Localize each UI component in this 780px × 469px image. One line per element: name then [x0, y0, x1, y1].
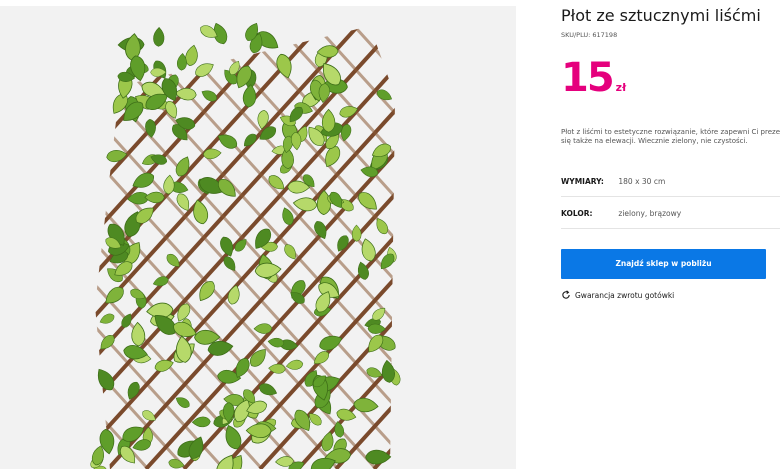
product-title: Płot ze sztucznymi liśćmi — [561, 6, 761, 25]
product-info-panel: Płot ze sztucznymi liśćmi SKU/PLU: 61719… — [561, 0, 780, 469]
leaf — [99, 313, 115, 324]
product-description: Płot z liśćmi to estetyczne rozwiązanie,… — [561, 128, 780, 145]
spec-color: KOLOR: zielony, brązowy — [561, 209, 681, 218]
leaf — [339, 106, 359, 118]
price-value: 15 — [561, 55, 615, 101]
leaf — [227, 284, 240, 305]
leaf — [381, 359, 395, 383]
spec-value: 180 x 30 cm — [618, 177, 666, 186]
leaf — [253, 323, 273, 334]
product-image[interactable] — [0, 6, 516, 469]
spec-value: zielony, brązowy — [618, 209, 682, 218]
leaf — [321, 108, 336, 133]
leaf — [321, 431, 334, 452]
product-sku: SKU/PLU: 617198 — [561, 31, 618, 39]
leaf — [144, 191, 165, 204]
leaf — [175, 397, 190, 408]
money-back-guarantee[interactable]: Gwarancja zwrotu gotówki — [561, 290, 674, 300]
leaf — [242, 84, 257, 108]
leaf — [191, 416, 211, 428]
spec-label: WYMIARY: — [561, 177, 604, 186]
leaf — [193, 199, 209, 225]
guarantee-label: Gwarancja zwrotu gotówki — [575, 290, 675, 300]
spec-label: KOLOR: — [561, 209, 593, 218]
leaf — [163, 174, 175, 195]
leaf-fence-image — [0, 6, 516, 469]
find-store-button[interactable]: Znajdź sklep w pobliżu — [561, 249, 766, 279]
leaf — [153, 26, 165, 47]
leaf — [351, 224, 362, 242]
spec-dimensions: WYMIARY: 180 x 30 cm — [561, 177, 665, 186]
refresh-icon — [562, 290, 570, 299]
leaf — [285, 359, 304, 370]
price-block: 15 zł — [561, 58, 626, 98]
price-currency: zł — [615, 81, 627, 94]
divider — [561, 228, 780, 229]
divider — [561, 196, 780, 197]
leaf — [353, 397, 379, 413]
